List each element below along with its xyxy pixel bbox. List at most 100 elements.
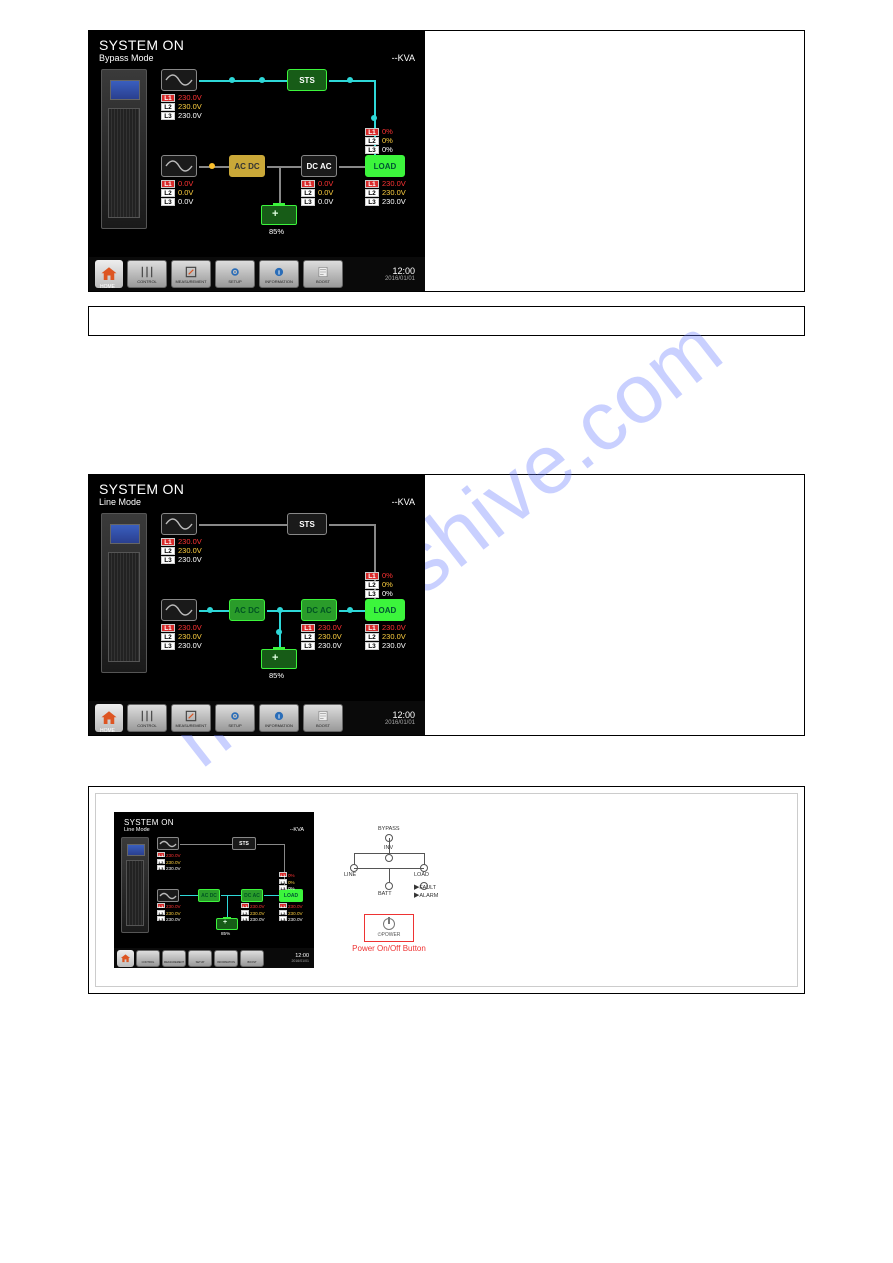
flow-line: [267, 166, 301, 168]
acdc-block: AC DC: [229, 599, 265, 621]
battery-block: +: [216, 918, 238, 930]
dcac-block: DC AC: [301, 155, 337, 177]
clock-display: 12:00 2016/01/01: [385, 266, 419, 282]
nav-setup-button[interactable]: SETUP: [215, 704, 255, 732]
led-inv-icon: [385, 854, 393, 862]
dcac-block: DC AC: [301, 599, 337, 621]
sliders-icon: [138, 265, 156, 279]
ups-lcd-panel: SYSTEM ON Bypass Mode --KVA STS: [89, 31, 425, 291]
flow-line: [267, 610, 301, 612]
nav-information-button[interactable]: iINFORMATION: [259, 260, 299, 288]
empty-caption-box: [88, 306, 805, 336]
battery-pct: 85%: [269, 227, 284, 236]
battery-pct: 85%: [221, 931, 230, 936]
output-voltages: L1230.0V L2230.0V L3230.0V: [365, 623, 406, 650]
figure-2-container: SYSTEM ON Line Mode --KVA STS: [88, 474, 805, 736]
acdc-block: AC DC: [198, 889, 220, 902]
flow-dot-icon: [347, 77, 353, 83]
ups-unit-illustration: [121, 837, 149, 933]
label-load: LOAD: [414, 872, 429, 878]
notebook-icon: [314, 265, 332, 279]
sts-block: STS: [232, 837, 256, 850]
label-fault: ▶FAULT: [414, 883, 436, 891]
load-block: LOAD: [365, 599, 405, 621]
battery-block: +: [261, 205, 297, 225]
nav-measurement-button[interactable]: MEASUREMENT: [171, 260, 211, 288]
label-inv: INV: [384, 845, 393, 851]
flow-line: [264, 895, 279, 896]
system-title: SYSTEM ON: [99, 37, 415, 53]
nav-boost-button[interactable]: BOOST: [240, 950, 264, 967]
mode-label: Line Mode: [124, 827, 150, 833]
power-button[interactable]: ⏻POWER: [364, 914, 414, 942]
flow-line: [199, 610, 229, 612]
gear-icon: [226, 709, 244, 723]
mode-label: Line Mode: [99, 497, 141, 507]
svg-text:i: i: [278, 269, 280, 276]
nav-setup-button[interactable]: SETUP: [215, 260, 255, 288]
info-icon: i: [270, 265, 288, 279]
figure-1-container: SYSTEM ON Bypass Mode --KVA STS: [88, 30, 805, 292]
acdc-block: AC DC: [229, 155, 265, 177]
nav-setup-button[interactable]: SETUP: [188, 950, 212, 967]
power-icon: [383, 918, 395, 930]
nav-boost-button[interactable]: BOOST: [303, 260, 343, 288]
home-label: HOME: [100, 284, 115, 290]
ups-unit-illustration: [101, 513, 147, 673]
load-percentages: L10% L20% L30%: [365, 571, 393, 598]
line-voltages: L1230.0V L2230.0V L3230.0V: [157, 903, 181, 923]
flow-line: [180, 895, 198, 896]
bypass-voltages: L1230.0V L2230.0V L3230.0V: [157, 852, 181, 872]
bypass-voltages: L1230.0V L2230.0V L3230.0V: [161, 537, 202, 564]
nav-information-button[interactable]: INFORMATION: [214, 950, 238, 967]
load-percentages: L10% L20% L30%: [365, 127, 393, 154]
sts-block: STS: [287, 69, 327, 91]
ups-lcd-panel: SYSTEM ON Line Mode --KVA STS: [89, 475, 425, 735]
home-button[interactable]: [117, 950, 134, 967]
power-button-caption: Power On/Off Button: [344, 944, 434, 953]
info-icon: i: [270, 709, 288, 723]
nav-boost-button[interactable]: BOOST: [303, 704, 343, 732]
flow-dot-icon: [229, 77, 235, 83]
nav-control-button[interactable]: CONTROL: [127, 704, 167, 732]
bypass-input-block: [157, 837, 179, 850]
load-percentages: L10% L20% L30%: [279, 872, 295, 892]
inverter-voltages: L1230.0V L2230.0V L3230.0V: [241, 903, 265, 923]
nav-measurement-button[interactable]: MEASUREMENT: [171, 704, 211, 732]
label-line: LINE: [344, 872, 356, 878]
sliders-icon: [138, 709, 156, 723]
nav-control-button[interactable]: CONTROL: [136, 950, 160, 967]
output-voltages: L1230.0V L2230.0V L3230.0V: [279, 903, 303, 923]
svg-text:i: i: [278, 713, 280, 720]
notebook-icon: [314, 709, 332, 723]
load-block: LOAD: [365, 155, 405, 177]
ups-unit-illustration: [101, 69, 147, 229]
system-title: SYSTEM ON: [99, 481, 415, 497]
info-icon: [221, 953, 232, 961]
flow-line: [180, 844, 232, 845]
sliders-icon: [143, 953, 154, 961]
gear-icon: [226, 265, 244, 279]
led-batt-icon: [385, 882, 393, 890]
bypass-input-block: [161, 513, 197, 535]
lcd-nav-bar: HOME CONTROL MEASUREMENT SETUP iINFORMAT…: [89, 257, 425, 291]
ups-lcd-panel-small: SYSTEM ON Line Mode --KVA STS AC DC DC A…: [114, 812, 314, 968]
flow-line: [257, 844, 284, 845]
flow-dot-icon: [347, 607, 353, 613]
kva-label: --KVA: [392, 497, 415, 507]
meter-icon: [169, 953, 180, 961]
line-input-block: [161, 155, 197, 177]
nav-information-button[interactable]: iINFORMATION: [259, 704, 299, 732]
flow-dot-icon: [276, 629, 282, 635]
label-alarm: ▶ALARM: [414, 891, 438, 899]
flow-line: [329, 524, 374, 526]
flow-dot-icon: [207, 607, 213, 613]
nav-measurement-button[interactable]: MEASUREMENT: [162, 950, 186, 967]
clock-display: 12:00 2016/01/01: [385, 710, 419, 726]
label-batt: BATT: [378, 891, 392, 897]
bypass-input-block: [161, 69, 197, 91]
nav-control-button[interactable]: CONTROL: [127, 260, 167, 288]
clock-display: 12:002016/01/01: [291, 953, 311, 963]
figure-3-container: SYSTEM ON Line Mode --KVA STS AC DC DC A…: [88, 786, 805, 994]
flow-dot-icon: [371, 115, 377, 121]
